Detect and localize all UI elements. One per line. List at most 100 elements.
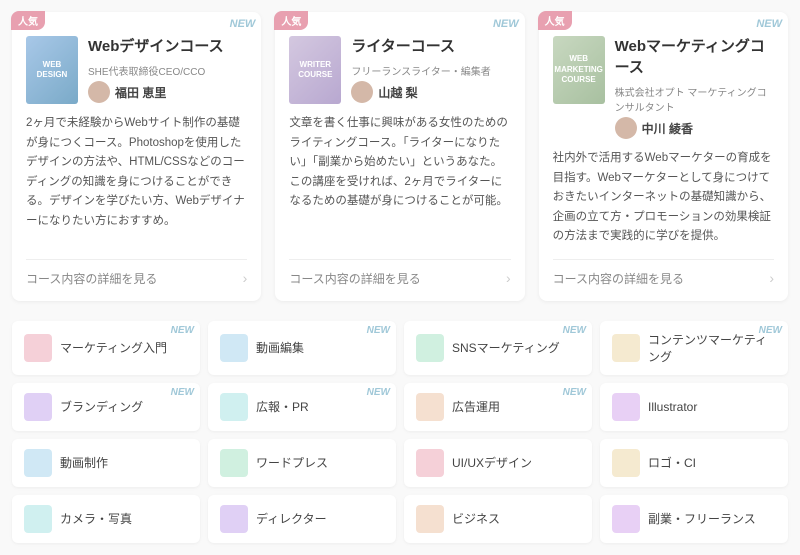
category-icon — [220, 393, 248, 421]
new-badge: NEW — [493, 18, 519, 30]
course-description: 文章を書く仕事に興味がある女性のためのライティングコース。「ライターになりたい」… — [289, 114, 510, 247]
category-label: コンテンツマーケティング — [648, 331, 776, 365]
course-card-web-design: 人気 NEW WEBDESIGN Webデザインコース SHE代表取締役CEO/… — [12, 12, 261, 301]
category-label: ブランディング — [60, 398, 143, 415]
category-label: UI/UXデザイン — [452, 454, 532, 471]
course-title: Webデザインコース — [88, 36, 247, 57]
course-title-block: Webマーケティングコース 株式会社オプト マーケティングコンサルタント 中川 … — [615, 36, 774, 139]
chevron-right-icon: › — [506, 270, 511, 286]
category-icon — [612, 449, 640, 477]
category-label: ロゴ・CI — [648, 454, 696, 471]
course-header: WEBMARKETINGCOURSE Webマーケティングコース 株式会社オプト… — [553, 36, 774, 139]
course-detail-link[interactable]: コース内容の詳細を見る › — [289, 259, 510, 287]
instructor-role: SHE代表取締役CEO/CCO — [88, 63, 247, 78]
category-new-badge: NEW — [563, 325, 586, 336]
ninkii-badge: 人気 — [11, 11, 45, 30]
chevron-right-icon: › — [243, 270, 248, 286]
category-card-branding[interactable]: ブランディング NEW — [12, 383, 200, 431]
category-icon — [416, 393, 444, 421]
category-icon — [612, 393, 640, 421]
instructor-role: 株式会社オプト マーケティングコンサルタント — [615, 84, 774, 114]
category-icon — [24, 449, 52, 477]
category-label: カメラ・写真 — [60, 510, 132, 527]
category-label: 副業・フリーランス — [648, 510, 756, 527]
course-book-image: WEBDESIGN — [26, 36, 78, 104]
instructor-avatar — [615, 117, 637, 139]
category-card-ui-ux[interactable]: UI/UXデザイン — [404, 439, 592, 487]
category-icon — [416, 449, 444, 477]
ninkii-badge: 人気 — [538, 11, 572, 30]
category-card-wordpress[interactable]: ワードプレス — [208, 439, 396, 487]
instructor-info: 山越 梨 — [351, 81, 510, 103]
course-detail-link[interactable]: コース内容の詳細を見る › — [553, 259, 774, 287]
course-link-label: コース内容の詳細を見る — [26, 270, 157, 287]
course-link-label: コース内容の詳細を見る — [289, 270, 420, 287]
category-card-business[interactable]: ビジネス — [404, 495, 592, 543]
course-description: 社内外で活用するWebマーケターの育成を目指す。Webマーケターとして身につけて… — [553, 149, 774, 247]
category-icon — [24, 393, 52, 421]
ninkii-badge: 人気 — [274, 11, 308, 30]
instructor-name: 山越 梨 — [378, 84, 417, 101]
new-badge: NEW — [756, 18, 782, 30]
category-card-ad-operation[interactable]: 広告運用 NEW — [404, 383, 592, 431]
course-header: WEBDESIGN Webデザインコース SHE代表取締役CEO/CCO 福田 … — [26, 36, 247, 104]
category-label: 動画編集 — [256, 339, 304, 356]
instructor-name: 中川 綾香 — [642, 120, 693, 137]
course-title-block: ライターコース フリーランスライター・編集者 山越 梨 — [351, 36, 510, 103]
course-book-image: WEBMARKETINGCOURSE — [553, 36, 605, 104]
course-card-web-marketing: 人気 NEW WEBMARKETINGCOURSE Webマーケティングコース … — [539, 12, 788, 301]
course-title: Webマーケティングコース — [615, 36, 774, 78]
category-label: Illustrator — [648, 400, 697, 414]
category-label: ディレクター — [256, 510, 327, 527]
category-icon — [24, 505, 52, 533]
course-detail-link[interactable]: コース内容の詳細を見る › — [26, 259, 247, 287]
course-header: WRITERCOURSE ライターコース フリーランスライター・編集者 山越 梨 — [289, 36, 510, 104]
category-label: マーケティング入門 — [60, 339, 167, 356]
category-new-badge: NEW — [171, 387, 194, 398]
category-new-badge: NEW — [367, 387, 390, 398]
new-badge: NEW — [230, 18, 256, 30]
instructor-avatar — [88, 81, 110, 103]
course-book-image: WRITERCOURSE — [289, 36, 341, 104]
category-card-freelance[interactable]: 副業・フリーランス — [600, 495, 788, 543]
instructor-role: フリーランスライター・編集者 — [351, 63, 510, 78]
category-card-camera-photo[interactable]: カメラ・写真 — [12, 495, 200, 543]
category-icon — [416, 334, 444, 362]
category-new-badge: NEW — [171, 325, 194, 336]
category-icon — [220, 334, 248, 362]
category-icon — [220, 449, 248, 477]
category-card-logo-ci[interactable]: ロゴ・CI — [600, 439, 788, 487]
category-icon — [416, 505, 444, 533]
category-new-badge: NEW — [759, 325, 782, 336]
category-label: ビジネス — [452, 510, 500, 527]
instructor-info: 福田 恵里 — [88, 81, 247, 103]
chevron-right-icon: › — [769, 270, 774, 286]
category-label: SNSマーケティング — [452, 339, 560, 356]
category-card-sns-marketing[interactable]: SNSマーケティング NEW — [404, 321, 592, 375]
category-icon — [612, 505, 640, 533]
course-description: 2ヶ月で未経験からWebサイト制作の基礎が身につくコース。Photoshopを使… — [26, 114, 247, 247]
course-title: ライターコース — [351, 36, 510, 57]
category-icon — [612, 334, 640, 362]
category-new-badge: NEW — [367, 325, 390, 336]
category-card-video-edit[interactable]: 動画編集 NEW — [208, 321, 396, 375]
category-card-illustrator[interactable]: Illustrator — [600, 383, 788, 431]
instructor-info: 中川 綾香 — [615, 117, 774, 139]
category-new-badge: NEW — [563, 387, 586, 398]
category-card-director[interactable]: ディレクター — [208, 495, 396, 543]
instructor-avatar — [351, 81, 373, 103]
category-card-content-marketing[interactable]: コンテンツマーケティング NEW — [600, 321, 788, 375]
course-card-writer: 人気 NEW WRITERCOURSE ライターコース フリーランスライター・編… — [275, 12, 524, 301]
category-icon — [24, 334, 52, 362]
category-icon — [220, 505, 248, 533]
category-card-video-production[interactable]: 動画制作 — [12, 439, 200, 487]
category-label: 広報・PR — [256, 398, 309, 415]
course-title-block: Webデザインコース SHE代表取締役CEO/CCO 福田 恵里 — [88, 36, 247, 103]
course-link-label: コース内容の詳細を見る — [553, 270, 684, 287]
categories-section: マーケティング入門 NEW 動画編集 NEW SNSマーケティング NEW コン… — [12, 321, 788, 543]
category-card-marketing[interactable]: マーケティング入門 NEW — [12, 321, 200, 375]
instructor-name: 福田 恵里 — [115, 84, 166, 101]
category-label: 動画制作 — [60, 454, 108, 471]
category-label: 広告運用 — [452, 398, 500, 415]
category-card-pr[interactable]: 広報・PR NEW — [208, 383, 396, 431]
